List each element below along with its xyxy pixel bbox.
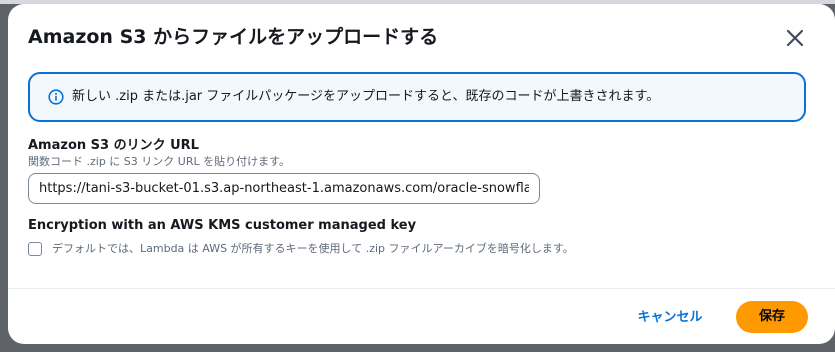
- upload-from-s3-modal: Amazon S3 からファイルをアップロードする 新しい .zip または.j…: [8, 4, 835, 344]
- kms-encryption-checkbox-label: デフォルトでは、Lambda は AWS が所有するキーを使用して .zip フ…: [52, 242, 574, 255]
- alert-text: 新しい .zip または.jar ファイルパッケージをアップロードすると、既存の…: [72, 89, 660, 104]
- save-button[interactable]: 保存: [736, 301, 808, 333]
- modal-title: Amazon S3 からファイルをアップロードする: [28, 26, 439, 48]
- cancel-button[interactable]: キャンセル: [630, 302, 710, 334]
- s3-link-description: 関数コード .zip に S3 リンク URL を貼り付けます。: [28, 155, 290, 168]
- encryption-label: Encryption with an AWS KMS customer mana…: [28, 218, 417, 233]
- s3-link-url-input[interactable]: [28, 173, 540, 204]
- modal-header: Amazon S3 からファイルをアップロードする: [28, 22, 815, 56]
- info-icon: [48, 89, 64, 105]
- kms-encryption-checkbox[interactable]: [28, 242, 42, 256]
- info-alert: 新しい .zip または.jar ファイルパッケージをアップロードすると、既存の…: [28, 72, 806, 122]
- footer-divider: [8, 288, 835, 289]
- close-icon[interactable]: [781, 24, 809, 52]
- s3-link-label: Amazon S3 のリンク URL: [28, 138, 199, 153]
